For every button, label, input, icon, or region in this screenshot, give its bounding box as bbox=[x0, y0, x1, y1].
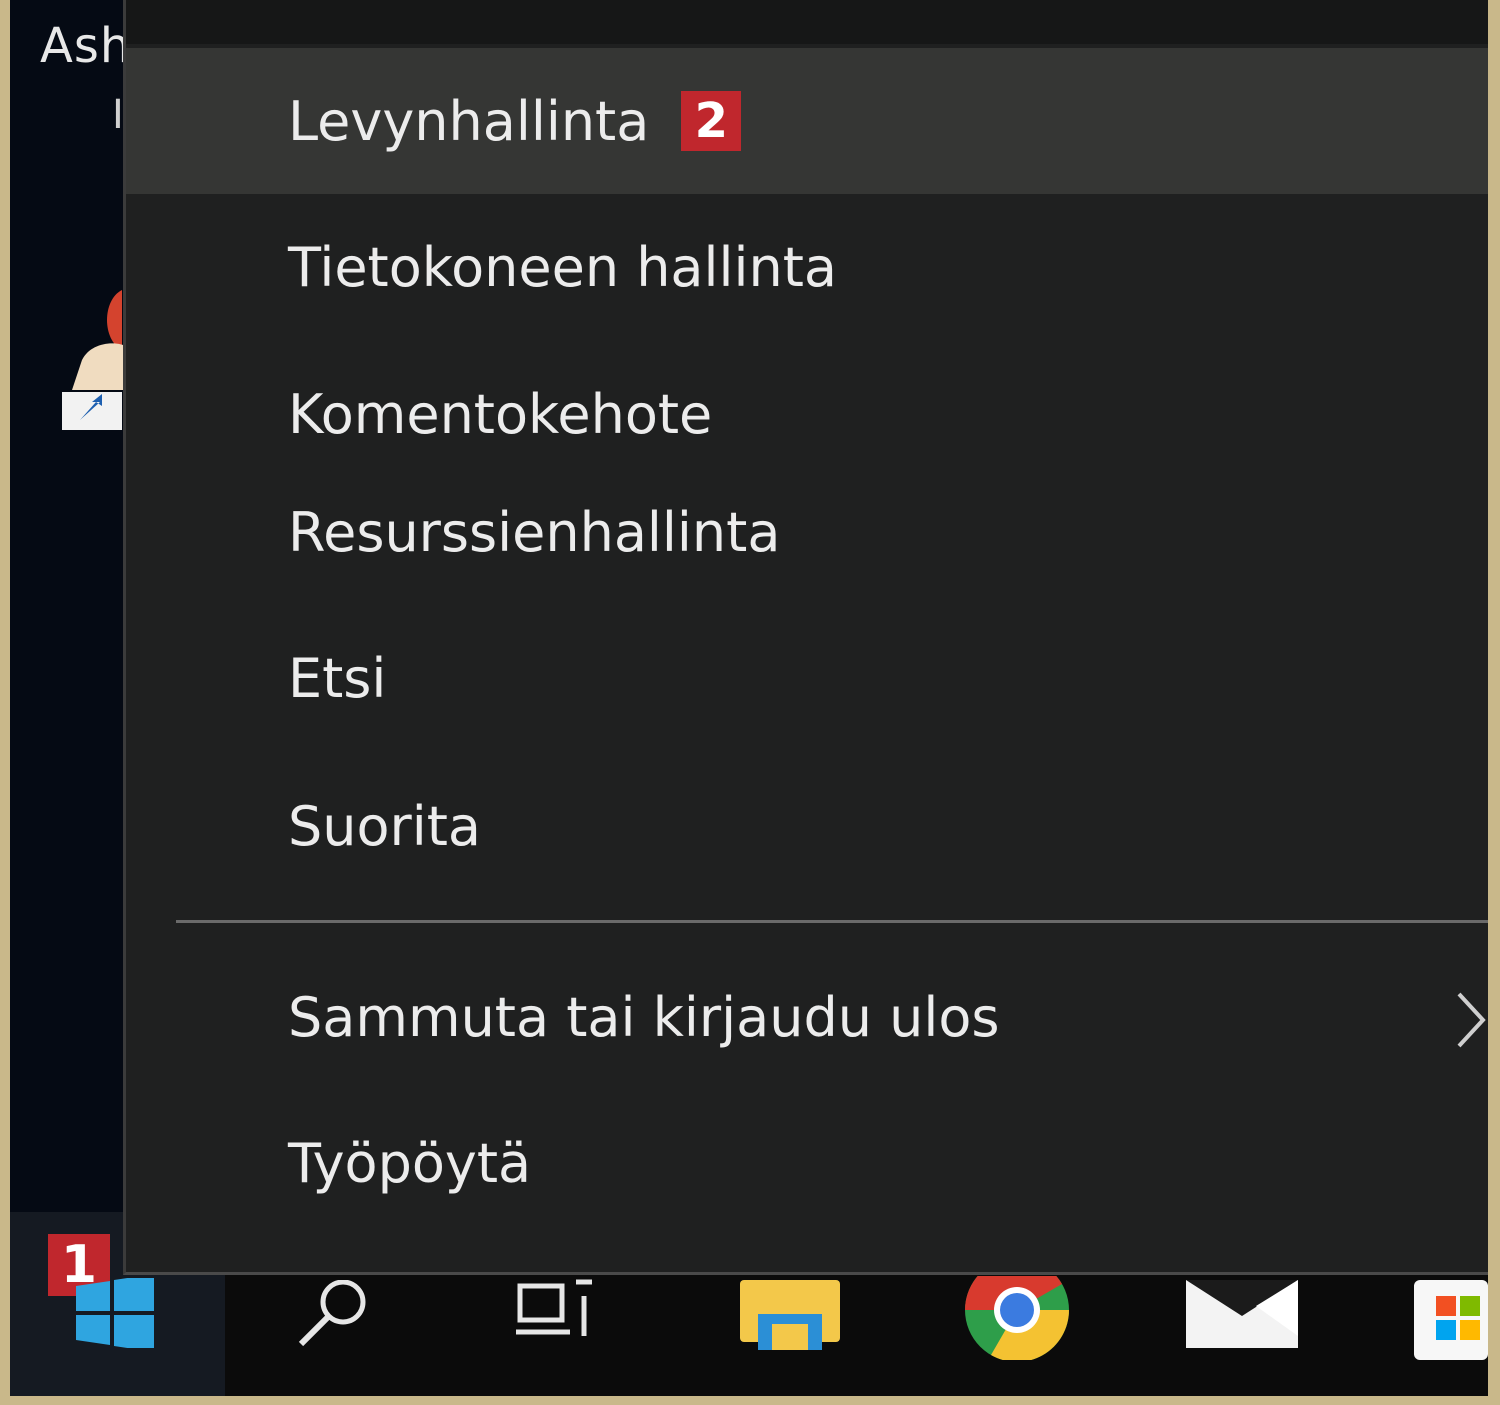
mail-icon[interactable] bbox=[1186, 1280, 1300, 1350]
menu-item-label: Suorita bbox=[288, 794, 482, 858]
menu-item-label: Levynhallinta bbox=[288, 89, 650, 153]
menu-item-label: Sammuta tai kirjaudu ulos bbox=[288, 985, 1000, 1049]
menu-item-run[interactable]: Suorita bbox=[126, 753, 1488, 899]
store-icon[interactable] bbox=[1414, 1280, 1488, 1360]
file-explorer-icon[interactable] bbox=[740, 1280, 844, 1350]
menu-item-file-explorer[interactable]: Resurssienhallinta bbox=[126, 459, 1488, 605]
search-icon[interactable] bbox=[295, 1280, 375, 1350]
menu-item-label: Resurssienhallinta bbox=[288, 500, 781, 564]
power-user-context-menu: Levynhallinta 2 Tietokoneen hallinta Kom… bbox=[123, 0, 1488, 1275]
desktop-shortcut-icon[interactable] bbox=[62, 280, 132, 430]
task-view-icon[interactable] bbox=[516, 1276, 596, 1346]
menu-top-strip bbox=[126, 0, 1488, 44]
menu-item-label: Tietokoneen hallinta bbox=[288, 235, 838, 299]
chevron-right-icon bbox=[1457, 992, 1486, 1048]
menu-item-disk-management[interactable]: Levynhallinta 2 bbox=[126, 48, 1488, 194]
menu-item-computer-management[interactable]: Tietokoneen hallinta bbox=[126, 194, 1488, 340]
menu-item-desktop[interactable]: Työpöytä bbox=[126, 1090, 1488, 1236]
desktop-icon-label: Ash bbox=[40, 18, 132, 74]
menu-item-label: Etsi bbox=[288, 646, 387, 710]
step-badge-2: 2 bbox=[681, 91, 742, 151]
chrome-icon[interactable] bbox=[965, 1276, 1069, 1360]
menu-item-label: Komentokehote bbox=[288, 382, 713, 446]
menu-separator bbox=[176, 920, 1488, 923]
menu-item-shut-down-or-sign-out[interactable]: Sammuta tai kirjaudu ulos bbox=[126, 944, 1488, 1090]
menu-item-search[interactable]: Etsi bbox=[126, 605, 1488, 751]
windows-start-icon bbox=[76, 1278, 154, 1348]
desktop-screen: Ash I 1 Levynhallinta 2 Tietokoneen hall… bbox=[10, 0, 1488, 1396]
menu-item-label: Työpöytä bbox=[288, 1131, 532, 1195]
